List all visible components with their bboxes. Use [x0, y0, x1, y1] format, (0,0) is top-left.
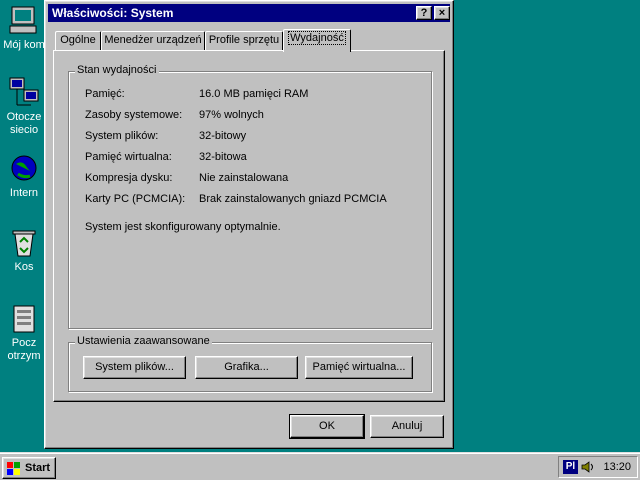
dialog-title: Właściwości: System [52, 6, 174, 20]
start-label: Start [25, 462, 51, 474]
tab-general[interactable]: Ogólne [55, 31, 101, 50]
button-label: System plików... [95, 361, 174, 373]
button-label: OK [319, 420, 335, 432]
desktop-icon-label-line2: siecio [9, 124, 39, 136]
system-tray: Pl 13:20 [558, 456, 638, 478]
row-value: 16.0 MB pamięci RAM [199, 88, 309, 100]
row-key: Pamięć: [85, 88, 125, 100]
tab-hardware-profiles[interactable]: Profile sprzętu [205, 31, 283, 50]
taskbar: Start Pl 13:20 [0, 452, 640, 480]
row-value: 97% wolnych [199, 109, 264, 121]
desktop-icon-label: Otocze [6, 111, 42, 123]
start-button[interactable]: Start [2, 457, 56, 479]
desktop-icon-label: Kos [14, 261, 34, 273]
tab-performance[interactable]: Wydajność [283, 29, 351, 52]
desktop-icon-label-line2: otrzym [7, 350, 41, 362]
computer-icon [8, 4, 40, 36]
close-icon: × [438, 7, 446, 19]
desktop-icon-label: Pocz [11, 337, 37, 349]
tab-label: Menedżer urządzeń [104, 34, 202, 46]
desktop-icon-recycle-bin[interactable]: Kos [0, 226, 48, 274]
desktop-icon-inbox[interactable]: Pocz otrzym [0, 302, 48, 363]
row-key: Kompresja dysku: [85, 172, 173, 184]
message-text: System jest skonfigurowany optymalnie. [85, 221, 281, 233]
button-label: Anuluj [391, 420, 423, 432]
clock[interactable]: 13:20 [603, 461, 631, 473]
button-label: Grafika... [224, 361, 269, 373]
ok-button[interactable]: OK [289, 414, 365, 439]
desktop-icon-my-computer[interactable]: Mój kom [0, 4, 48, 52]
row-value: Nie zainstalowana [199, 172, 289, 184]
recycle-bin-icon [8, 226, 40, 258]
help-icon: ? [420, 7, 428, 19]
title-bar[interactable]: Właściwości: System ? × [48, 4, 450, 22]
tab-label: Ogólne [60, 34, 96, 46]
row-key: Pamięć wirtualna: [85, 151, 172, 163]
row-key: System plików: [85, 130, 159, 142]
system-properties-dialog: Właściwości: System ? × Ogólne Menedżer … [44, 0, 454, 449]
language-indicator[interactable]: Pl [563, 460, 578, 474]
tab-label: Profile sprzętu [208, 34, 280, 46]
desktop-icon-label: Mój kom [3, 39, 45, 51]
globe-icon [8, 152, 40, 184]
tab-device-manager[interactable]: Menedżer urządzeń [101, 31, 205, 50]
performance-status-group: Stan wydajności Pamięć: 16.0 MB pamięci R… [68, 64, 432, 329]
speaker-icon[interactable] [581, 460, 595, 474]
windows-logo-icon [7, 462, 21, 475]
desktop-icon-label: Intern [9, 187, 39, 199]
tab-label: Wydajność [288, 31, 346, 45]
row-value: Brak zainstalowanych gniazd PCMCIA [199, 193, 387, 205]
group-legend: Ustawienia zaawansowane [75, 335, 212, 347]
virtual-memory-button[interactable]: Pamięć wirtualna... [305, 356, 413, 379]
network-icon [8, 76, 40, 108]
desktop-icon-internet[interactable]: Intern [0, 152, 48, 200]
button-label: Pamięć wirtualna... [312, 361, 406, 373]
row-value: 32-bitowa [199, 151, 247, 163]
desktop-icon-network[interactable]: Otocze siecio [0, 76, 48, 137]
cancel-button[interactable]: Anuluj [370, 415, 444, 438]
file-system-button[interactable]: System plików... [83, 356, 186, 379]
row-value: 32-bitowy [199, 130, 247, 142]
inbox-icon [8, 302, 40, 334]
row-key: Karty PC (PCMCIA): [85, 193, 186, 205]
graphics-button[interactable]: Grafika... [195, 356, 298, 379]
tab-panel: Stan wydajności Pamięć: 16.0 MB pamięci R… [53, 50, 445, 402]
group-legend: Stan wydajności [75, 64, 159, 76]
help-button[interactable]: ? [416, 6, 432, 20]
advanced-settings-group: Ustawienia zaawansowane System plików...… [68, 335, 432, 392]
close-button[interactable]: × [434, 6, 450, 20]
row-key: Zasoby systemowe: [85, 109, 183, 121]
